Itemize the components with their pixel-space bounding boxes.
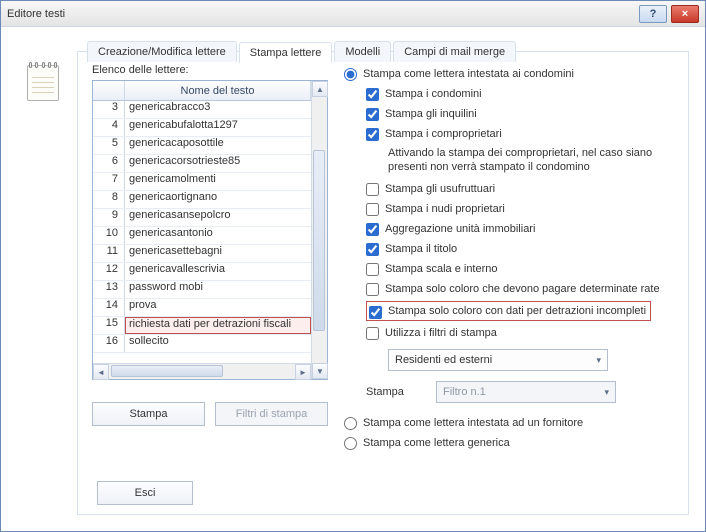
vscrollbar[interactable]: ▲ ▼	[311, 81, 327, 379]
cb-condomini[interactable]: Stampa i condomini	[344, 86, 674, 102]
chevron-down-icon: ▾	[604, 387, 609, 398]
cb-aggregazione[interactable]: Aggregazione unità immobiliari	[344, 221, 674, 237]
table-row[interactable]: 8genericaortignano	[93, 191, 311, 209]
list-label: Elenco delle lettere:	[92, 64, 328, 76]
cb-incompleti[interactable]: Stampa solo coloro con dati per detrazio…	[366, 301, 651, 321]
radio-condomini[interactable]: Stampa come lettera intestata ai condomi…	[344, 66, 674, 82]
table-row[interactable]: 16sollecito	[93, 335, 311, 353]
cb-comproprietari[interactable]: Stampa i comproprietari	[344, 126, 674, 142]
table-row[interactable]: 6genericacorsotrieste85	[93, 155, 311, 173]
notepad-icon	[27, 65, 59, 101]
table-row[interactable]: 7genericamolmenti	[93, 173, 311, 191]
close-button[interactable]: ×	[671, 5, 699, 23]
cb-rate[interactable]: Stampa solo coloro che devono pagare det…	[344, 281, 674, 297]
print-button[interactable]: Stampa	[92, 402, 205, 426]
table-row[interactable]: 12genericavallescrivia	[93, 263, 311, 281]
table-row[interactable]: 9genericasansepolcro	[93, 209, 311, 227]
help-button[interactable]: ?	[639, 5, 667, 23]
exit-button[interactable]: Esci	[97, 481, 193, 505]
scroll-left-icon[interactable]: ◄	[93, 364, 109, 380]
col-header-num[interactable]	[93, 81, 125, 100]
tab-stampa-lettere[interactable]: Stampa lettere	[239, 42, 333, 63]
table-row[interactable]: 3genericabracco3	[93, 101, 311, 119]
col-header-name[interactable]: Nome del testo	[125, 81, 311, 100]
table-row[interactable]: 13password mobi	[93, 281, 311, 299]
table-row[interactable]: 4genericabufalotta1297	[93, 119, 311, 137]
table-row[interactable]: 14prova	[93, 299, 311, 317]
chevron-down-icon: ▾	[596, 355, 601, 366]
titlebar: Editore testi ? ×	[1, 1, 705, 27]
hscrollbar[interactable]: ◄ ►	[93, 363, 311, 379]
cb-filtri[interactable]: Utilizza i filtri di stampa	[344, 325, 674, 341]
print-filters-button[interactable]: Filtri di stampa	[215, 402, 328, 426]
tab-mail-merge[interactable]: Campi di mail merge	[393, 41, 516, 62]
table-row[interactable]: 15richiesta dati per detrazioni fiscali	[93, 317, 311, 335]
hint-comproprietari: Attivando la stampa dei comproprietari, …	[344, 146, 674, 174]
scroll-up-icon[interactable]: ▲	[312, 81, 328, 97]
stampa-label: Stampa	[366, 386, 426, 398]
select-residenti[interactable]: Residenti ed esterni ▾	[388, 349, 608, 371]
cb-incompleti-wrap: Stampa solo coloro con dati per detrazio…	[344, 301, 674, 321]
scroll-down-icon[interactable]: ▼	[312, 363, 328, 379]
tab-bar: Creazione/Modifica lettere Stampa letter…	[87, 41, 516, 62]
cb-usufruttuari[interactable]: Stampa gli usufruttuari	[344, 181, 674, 197]
tab-panel: Elenco delle lettere: Nome del testo 3ge…	[77, 51, 689, 515]
cb-inquilini[interactable]: Stampa gli inquilini	[344, 106, 674, 122]
cb-nudi[interactable]: Stampa i nudi proprietari	[344, 201, 674, 217]
window-title: Editore testi	[7, 8, 639, 20]
dialog-window: Editore testi ? × Creazione/Modifica let…	[0, 0, 706, 532]
cb-scala[interactable]: Stampa scala e interno	[344, 261, 674, 277]
table-row[interactable]: 10genericasantonio	[93, 227, 311, 245]
tab-modelli[interactable]: Modelli	[334, 41, 391, 62]
table-row[interactable]: 5genericacaposottile	[93, 137, 311, 155]
radio-fornitore[interactable]: Stampa come lettera intestata ad un forn…	[344, 415, 674, 431]
table-row[interactable]: 11genericasettebagni	[93, 245, 311, 263]
cb-titolo[interactable]: Stampa il titolo	[344, 241, 674, 257]
select-filtro[interactable]: Filtro n.1 ▾	[436, 381, 616, 403]
scroll-right-icon[interactable]: ►	[295, 364, 311, 380]
radio-generica[interactable]: Stampa come lettera generica	[344, 435, 674, 451]
letters-grid[interactable]: Nome del testo 3genericabracco34generica…	[92, 80, 328, 380]
print-options: Stampa come lettera intestata ai condomi…	[344, 64, 674, 500]
tab-creazione[interactable]: Creazione/Modifica lettere	[87, 41, 237, 62]
